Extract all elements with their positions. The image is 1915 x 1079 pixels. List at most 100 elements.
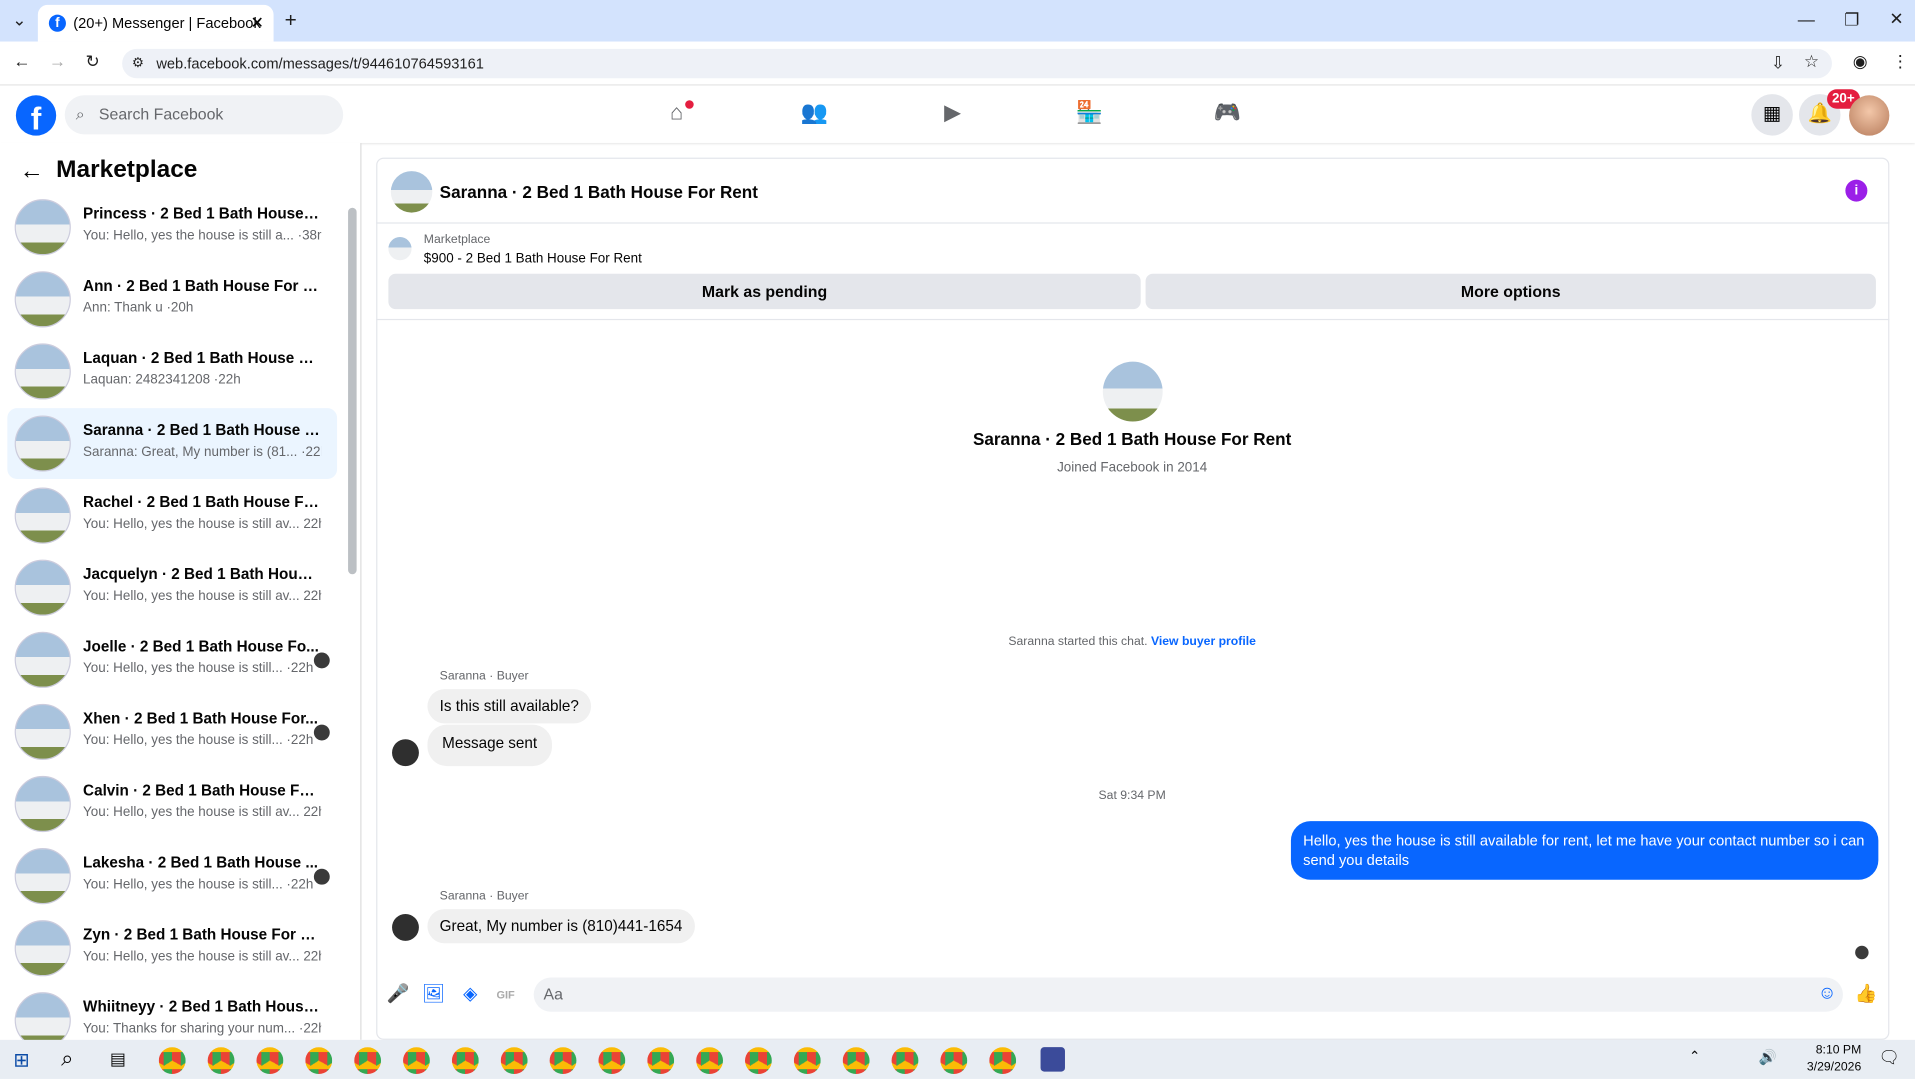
menu-grid-icon[interactable]: ▦ [1751,94,1793,136]
message-bubble[interactable]: Great, My number is (810)441-1654 [427,909,695,944]
divider [376,222,1890,224]
conversation-item[interactable]: Zyn · 2 Bed 1 Bath House For Rent You: He… [7,913,337,984]
chrome-taskbar-icon[interactable] [305,1047,333,1075]
conversation-item[interactable]: Jacquelyn · 2 Bed 1 Bath House ... You: H… [7,552,337,623]
listing-thumbnail[interactable] [388,237,412,261]
sender-avatar[interactable] [392,739,419,767]
task-view-icon[interactable]: ▤ [110,1048,126,1069]
chrome-taskbar-icon[interactable] [549,1047,577,1075]
volume-icon[interactable]: 🔊 [1759,1048,1777,1065]
reload-icon[interactable]: ↻ [85,51,99,72]
marketplace-icon[interactable]: 🏪 [1075,100,1104,129]
message-input[interactable]: Aa [533,977,1843,1012]
more-options-button[interactable]: More options [1145,273,1876,310]
install-icon[interactable]: ⇩ [1771,53,1785,74]
notification-center-icon[interactable]: 🗨 [1878,1047,1900,1068]
chrome-taskbar-icon[interactable] [451,1047,479,1075]
chrome-taskbar-icon[interactable] [158,1047,186,1075]
browser-tab[interactable]: f (20+) Messenger | Facebook ✕ [37,4,274,42]
conversation-item[interactable]: Xhen · 2 Bed 1 Bath House For... You: Hel… [7,696,337,767]
conversation-item[interactable]: Joelle · 2 Bed 1 Bath House Fo... You: He… [7,624,337,695]
app-icon[interactable] [1040,1047,1065,1072]
tab-title: (20+) Messenger | Facebook [73,14,261,32]
forward-icon[interactable]: → [49,51,66,71]
sender-label: Saranna · Buyer [439,889,529,903]
emoji-icon[interactable]: ☺ [1815,982,1839,1006]
sender-avatar[interactable] [392,913,419,941]
menu-icon[interactable]: ⋮ [1892,51,1909,72]
conversation-item[interactable]: Saranna · 2 Bed 1 Bath House Fo... Sarann… [7,408,338,479]
conversation-preview: You: Hello, yes the house is still... ·2… [83,661,314,676]
chrome-taskbar-icon[interactable] [500,1047,528,1075]
account-avatar[interactable] [1849,95,1890,136]
outgoing-message-bubble[interactable]: Hello, yes the house is still available … [1290,821,1879,880]
conversation-item[interactable]: Laquan · 2 Bed 1 Bath House For... Laquan… [7,336,337,407]
close-tab-icon[interactable]: ✕ [250,13,263,33]
chat-header-avatar[interactable] [390,171,433,213]
facebook-logo-icon[interactable]: f [15,95,57,136]
chrome-taskbar-icon[interactable] [647,1047,675,1075]
conversation-preview: You: Hello, yes the house is still av...… [83,949,322,965]
chrome-taskbar-icon[interactable] [744,1047,772,1075]
chrome-taskbar-icon[interactable] [403,1047,430,1075]
listing-title[interactable]: $900 - 2 Bed 1 Bath House For Rent [424,252,642,267]
microphone-icon[interactable]: 🎤 [386,982,410,1006]
gaming-icon[interactable]: 🎮 [1213,100,1242,129]
message-bubble[interactable]: Message sent [427,724,552,767]
listing-avatar [14,920,71,977]
chrome-taskbar-icon[interactable] [891,1047,919,1075]
conversation-item[interactable]: Ann · 2 Bed 1 Bath House For Rent Ann: Th… [7,264,337,335]
gif-icon[interactable]: GIF [493,982,517,1006]
chrome-taskbar-icon[interactable] [842,1047,870,1075]
back-icon[interactable]: ← [13,51,30,71]
chrome-taskbar-icon[interactable] [696,1047,724,1075]
restore-icon[interactable]: ❐ [1844,10,1859,31]
conversation-name: Princess · 2 Bed 1 Bath House Fo... [83,205,322,223]
listing-avatar [14,271,71,328]
sticker-icon[interactable]: ◈ [458,982,482,1006]
clock[interactable]: 8:10 PM 3/29/2026 [1795,1042,1861,1076]
view-buyer-profile-link[interactable]: View buyer profile [1151,635,1256,648]
chrome-taskbar-icon[interactable] [598,1047,626,1075]
url-field[interactable]: ⚙ web.facebook.com/messages/t/9446107645… [122,48,1832,79]
like-thumb-icon[interactable]: 👍 [1854,982,1878,1006]
sidebar-scrollbar[interactable] [348,207,357,575]
close-window-icon[interactable]: ✕ [1889,9,1903,30]
chrome-taskbar-icon[interactable] [793,1047,821,1075]
site-info-icon[interactable]: ⚙ [132,49,144,78]
tab-list-icon[interactable]: ⌄ [12,10,26,31]
listing-avatar [14,847,71,905]
chrome-taskbar-icon[interactable] [256,1047,284,1075]
conversation-name: Jacquelyn · 2 Bed 1 Bath House ... [83,565,322,583]
conversation-item[interactable]: Rachel · 2 Bed 1 Bath House For ... You: … [7,480,337,551]
conversation-preview: You: Hello, yes the house is still av...… [83,516,322,532]
minimize-icon[interactable]: — [1798,10,1815,30]
chat-title[interactable]: Saranna · 2 Bed 1 Bath House For Rent [440,182,758,202]
info-icon[interactable]: i [1845,179,1868,202]
profile-icon[interactable]: ◉ [1853,51,1868,72]
bookmark-star-icon[interactable]: ☆ [1804,51,1819,72]
conversation-name: Rachel · 2 Bed 1 Bath House For ... [83,493,322,511]
seen-avatar [1855,945,1869,960]
chrome-taskbar-icon[interactable] [989,1047,1017,1075]
tray-chevron-icon[interactable]: ⌃ [1689,1048,1700,1065]
conversation-item[interactable]: Princess · 2 Bed 1 Bath House Fo... You: … [7,192,337,263]
chrome-taskbar-icon[interactable] [354,1047,382,1075]
friends-icon[interactable]: 👥 [800,100,829,129]
video-icon[interactable]: ▶ [938,100,967,129]
back-arrow-icon[interactable]: ← [20,158,44,186]
chrome-taskbar-icon[interactable] [207,1047,235,1075]
search-taskbar-icon[interactable]: ⌕ [61,1046,73,1072]
conversation-name: Joelle · 2 Bed 1 Bath House Fo... [83,637,319,655]
profile-avatar[interactable] [1102,361,1163,422]
windows-start-icon[interactable]: ⊞ [13,1048,29,1072]
photo-icon[interactable]: 🖼 [421,982,445,1006]
chrome-taskbar-icon[interactable] [940,1047,968,1075]
new-tab-icon[interactable]: + [285,9,297,33]
message-bubble[interactable]: Is this still available? [427,689,592,724]
conversation-item[interactable]: Calvin · 2 Bed 1 Bath House For ... You: … [7,769,337,840]
conversation-item[interactable]: Lakesha · 2 Bed 1 Bath House ... You: Hel… [7,841,337,912]
mark-pending-button[interactable]: Mark as pending [388,273,1141,310]
search-input[interactable]: ⌕ Search Facebook [64,95,344,135]
conversation-preview: Saranna: Great, My number is (81... ·22h [83,444,322,460]
